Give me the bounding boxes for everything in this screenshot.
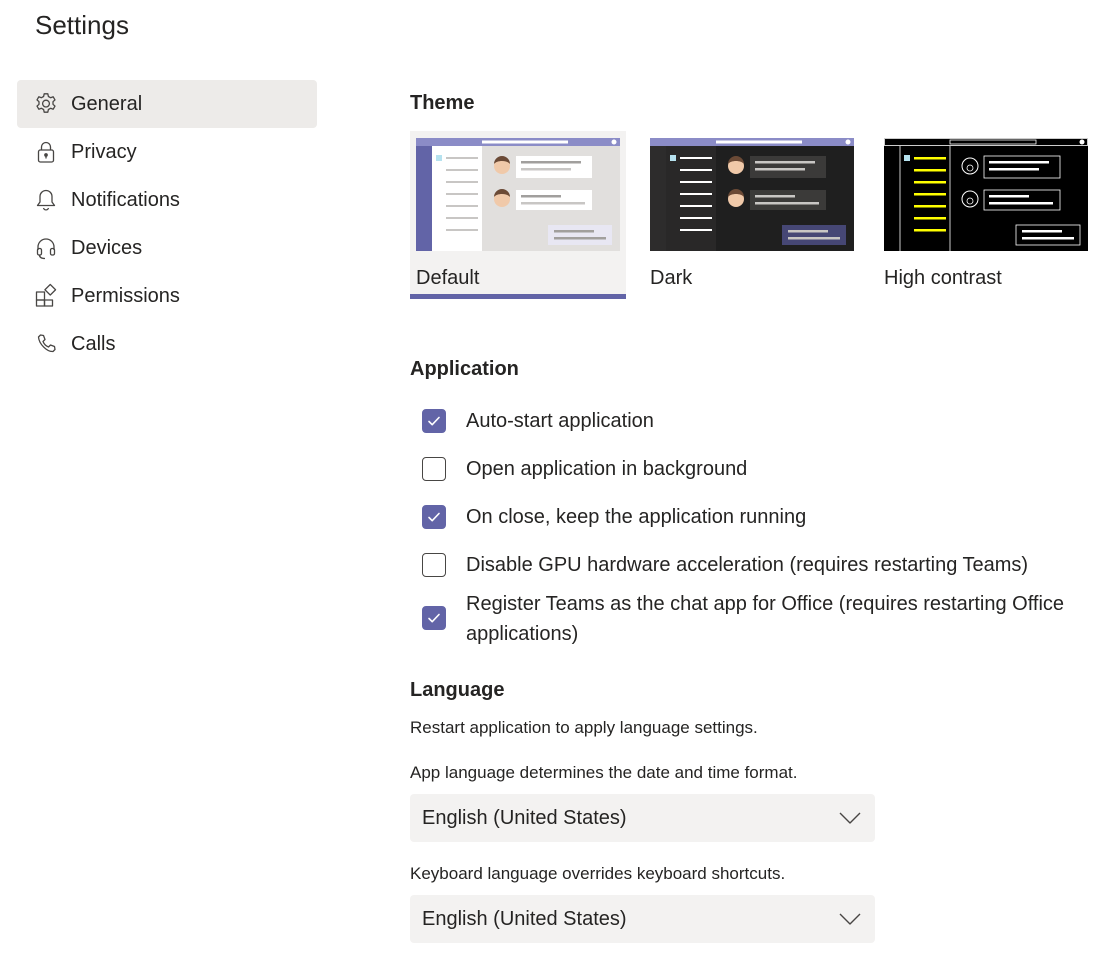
page-title: Settings [35,10,129,40]
nav-label: Devices [71,236,143,259]
default-theme-preview [416,138,620,251]
theme-section-title: Theme [410,92,475,114]
checkbox[interactable] [422,606,446,630]
checkbox[interactable] [422,457,446,481]
option-label: Open application in background [466,458,748,480]
keyboard-language-value: English (United States) [422,907,627,930]
gear-icon [33,91,59,117]
option-label: Auto-start application [466,410,654,432]
checkbox[interactable] [422,505,446,529]
option-keep-running-on-close[interactable]: On close, keep the application running [422,502,1106,532]
app-language-dropdown[interactable]: English (United States) [410,794,875,842]
headset-icon [33,235,59,261]
nav-item-calls[interactable]: Calls [17,320,317,368]
checkmark-icon [428,416,440,426]
phone-icon [33,331,59,357]
theme-label: Default [416,267,480,289]
theme-label: Dark [650,267,693,289]
option-open-in-background[interactable]: Open application in background [422,454,1106,484]
dark-theme-preview [650,138,854,251]
apps-icon [33,283,59,309]
bell-icon [33,187,59,213]
nav-label: Notifications [71,188,180,211]
nav-label: Calls [71,332,116,355]
theme-option-dark[interactable]: Dark [644,131,860,299]
nav-item-devices[interactable]: Devices [17,224,317,272]
app-language-value: English (United States) [422,806,627,829]
option-disable-gpu[interactable]: Disable GPU hardware acceleration (requi… [422,550,1106,580]
checkbox[interactable] [422,553,446,577]
keyboard-language-dropdown[interactable]: English (United States) [410,895,875,943]
nav-label: General [71,92,143,115]
high-contrast-theme-preview [884,138,1088,251]
application-section-title: Application [410,358,519,380]
nav-item-permissions[interactable]: Permissions [17,272,317,320]
theme-label: High contrast [884,267,1002,289]
keyboard-language-hint: Keyboard language overrides keyboard sho… [410,864,786,883]
option-label: On close, keep the application running [466,506,807,528]
chevron-down-icon [839,913,861,925]
theme-option-high-contrast[interactable]: High contrast [878,131,1094,299]
option-register-chat-app[interactable]: Register Teams as the chat app for Offic… [422,589,1106,649]
checkmark-icon [428,613,440,623]
checkmark-icon [428,512,440,522]
settings-nav: General Privacy Notifications Devices Pe… [17,80,317,368]
language-section-title: Language [410,679,505,701]
checkbox[interactable] [422,409,446,433]
nav-item-general[interactable]: General [17,80,317,128]
nav-label: Privacy [71,140,137,163]
option-label: Disable GPU hardware acceleration (requi… [466,554,1029,576]
chevron-down-icon [839,812,861,824]
theme-option-default[interactable]: Default [410,131,626,299]
option-auto-start[interactable]: Auto-start application [422,406,1106,436]
nav-item-privacy[interactable]: Privacy [17,128,317,176]
option-label: Register Teams as the chat app for Offic… [466,593,1065,645]
restart-note: Restart application to apply language se… [410,718,758,737]
nav-item-notifications[interactable]: Notifications [17,176,317,224]
app-language-hint: App language determines the date and tim… [410,763,798,782]
lock-icon [33,139,59,165]
nav-label: Permissions [71,284,180,307]
